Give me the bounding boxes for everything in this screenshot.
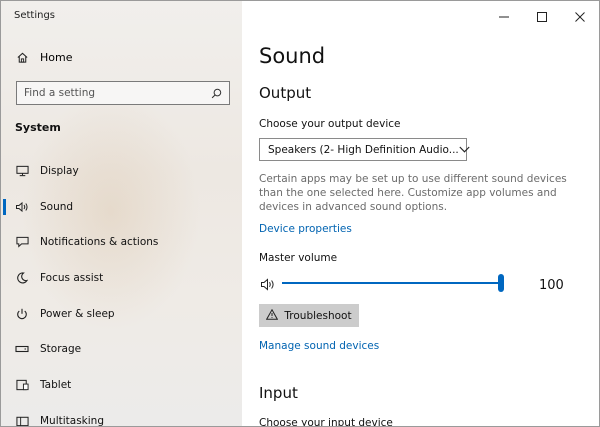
sidebar-item-label: Power & sleep xyxy=(40,307,115,320)
maximize-icon xyxy=(537,7,547,26)
section-label-system: System xyxy=(15,121,61,134)
app-title: Settings xyxy=(14,10,56,21)
sidebar-item-label: Tablet xyxy=(40,378,72,391)
input-device-label: Choose your input device xyxy=(259,417,393,427)
storage-icon xyxy=(15,342,29,356)
sidebar-item-tablet[interactable]: Tablet xyxy=(1,367,242,403)
master-volume-slider[interactable] xyxy=(282,273,504,293)
sidebar-item-label: Sound xyxy=(40,200,74,213)
speaker-icon xyxy=(15,200,29,214)
troubleshoot-label: Troubleshoot xyxy=(284,309,352,322)
sidebar-item-multitasking[interactable]: Multitasking xyxy=(1,403,242,427)
home-icon xyxy=(15,50,29,64)
sidebar-item-power-sleep[interactable]: Power & sleep xyxy=(1,296,242,332)
master-volume-label: Master volume xyxy=(259,252,338,264)
sidebar-nav: Display Sound Notifications & actions Fo… xyxy=(1,153,242,427)
volume-icon[interactable] xyxy=(260,276,276,295)
sidebar-item-label: Display xyxy=(40,164,79,177)
sidebar-item-notifications[interactable]: Notifications & actions xyxy=(1,224,242,260)
sidebar-item-label: Storage xyxy=(40,343,82,356)
device-properties-link[interactable]: Device properties xyxy=(259,223,352,235)
output-heading: Output xyxy=(259,84,312,102)
power-icon xyxy=(15,307,29,321)
multitasking-icon xyxy=(15,414,29,426)
master-volume-value: 100 xyxy=(539,278,564,293)
moon-icon xyxy=(15,271,29,285)
minimize-button[interactable] xyxy=(485,1,523,31)
master-volume-slider-fill xyxy=(282,282,501,284)
sidebar-item-label: Multitasking xyxy=(40,414,105,427)
search-icon xyxy=(211,84,222,103)
output-description: Certain apps may be set up to use differ… xyxy=(259,173,567,213)
home-label: Home xyxy=(40,50,73,64)
sidebar-item-sound[interactable]: Sound xyxy=(1,189,242,225)
sidebar-item-focus-assist[interactable]: Focus assist xyxy=(1,260,242,296)
troubleshoot-button[interactable]: Troubleshoot xyxy=(259,304,359,327)
close-icon xyxy=(575,7,585,26)
search-box[interactable] xyxy=(16,81,230,105)
maximize-button[interactable] xyxy=(523,1,561,31)
output-device-label: Choose your output device xyxy=(259,118,401,130)
warning-icon xyxy=(266,308,279,323)
sidebar-item-label: Notifications & actions xyxy=(40,236,159,249)
close-button[interactable] xyxy=(561,1,599,31)
manage-sound-devices-link[interactable]: Manage sound devices xyxy=(259,340,379,352)
sidebar-item-label: Focus assist xyxy=(40,271,104,284)
output-device-dropdown[interactable]: Speakers (2- High Definition Audio... xyxy=(259,138,470,161)
chevron-down-icon xyxy=(459,144,470,156)
output-device-value: Speakers (2- High Definition Audio... xyxy=(268,143,459,156)
input-heading: Input xyxy=(259,384,298,402)
search-input[interactable] xyxy=(24,87,194,99)
tablet-icon xyxy=(15,378,29,392)
notifications-icon xyxy=(15,235,29,249)
sidebar: Settings Home System Display xyxy=(1,1,242,427)
page-title: Sound xyxy=(259,44,326,68)
sidebar-item-display[interactable]: Display xyxy=(1,153,242,189)
settings-window: Settings Home System Display xyxy=(0,0,600,427)
minimize-icon xyxy=(499,7,509,26)
titlebar-controls xyxy=(485,1,599,31)
sidebar-item-storage[interactable]: Storage xyxy=(1,331,242,367)
monitor-icon xyxy=(15,164,29,178)
master-volume-slider-thumb[interactable] xyxy=(498,274,504,292)
home-nav-item[interactable]: Home xyxy=(15,50,72,64)
